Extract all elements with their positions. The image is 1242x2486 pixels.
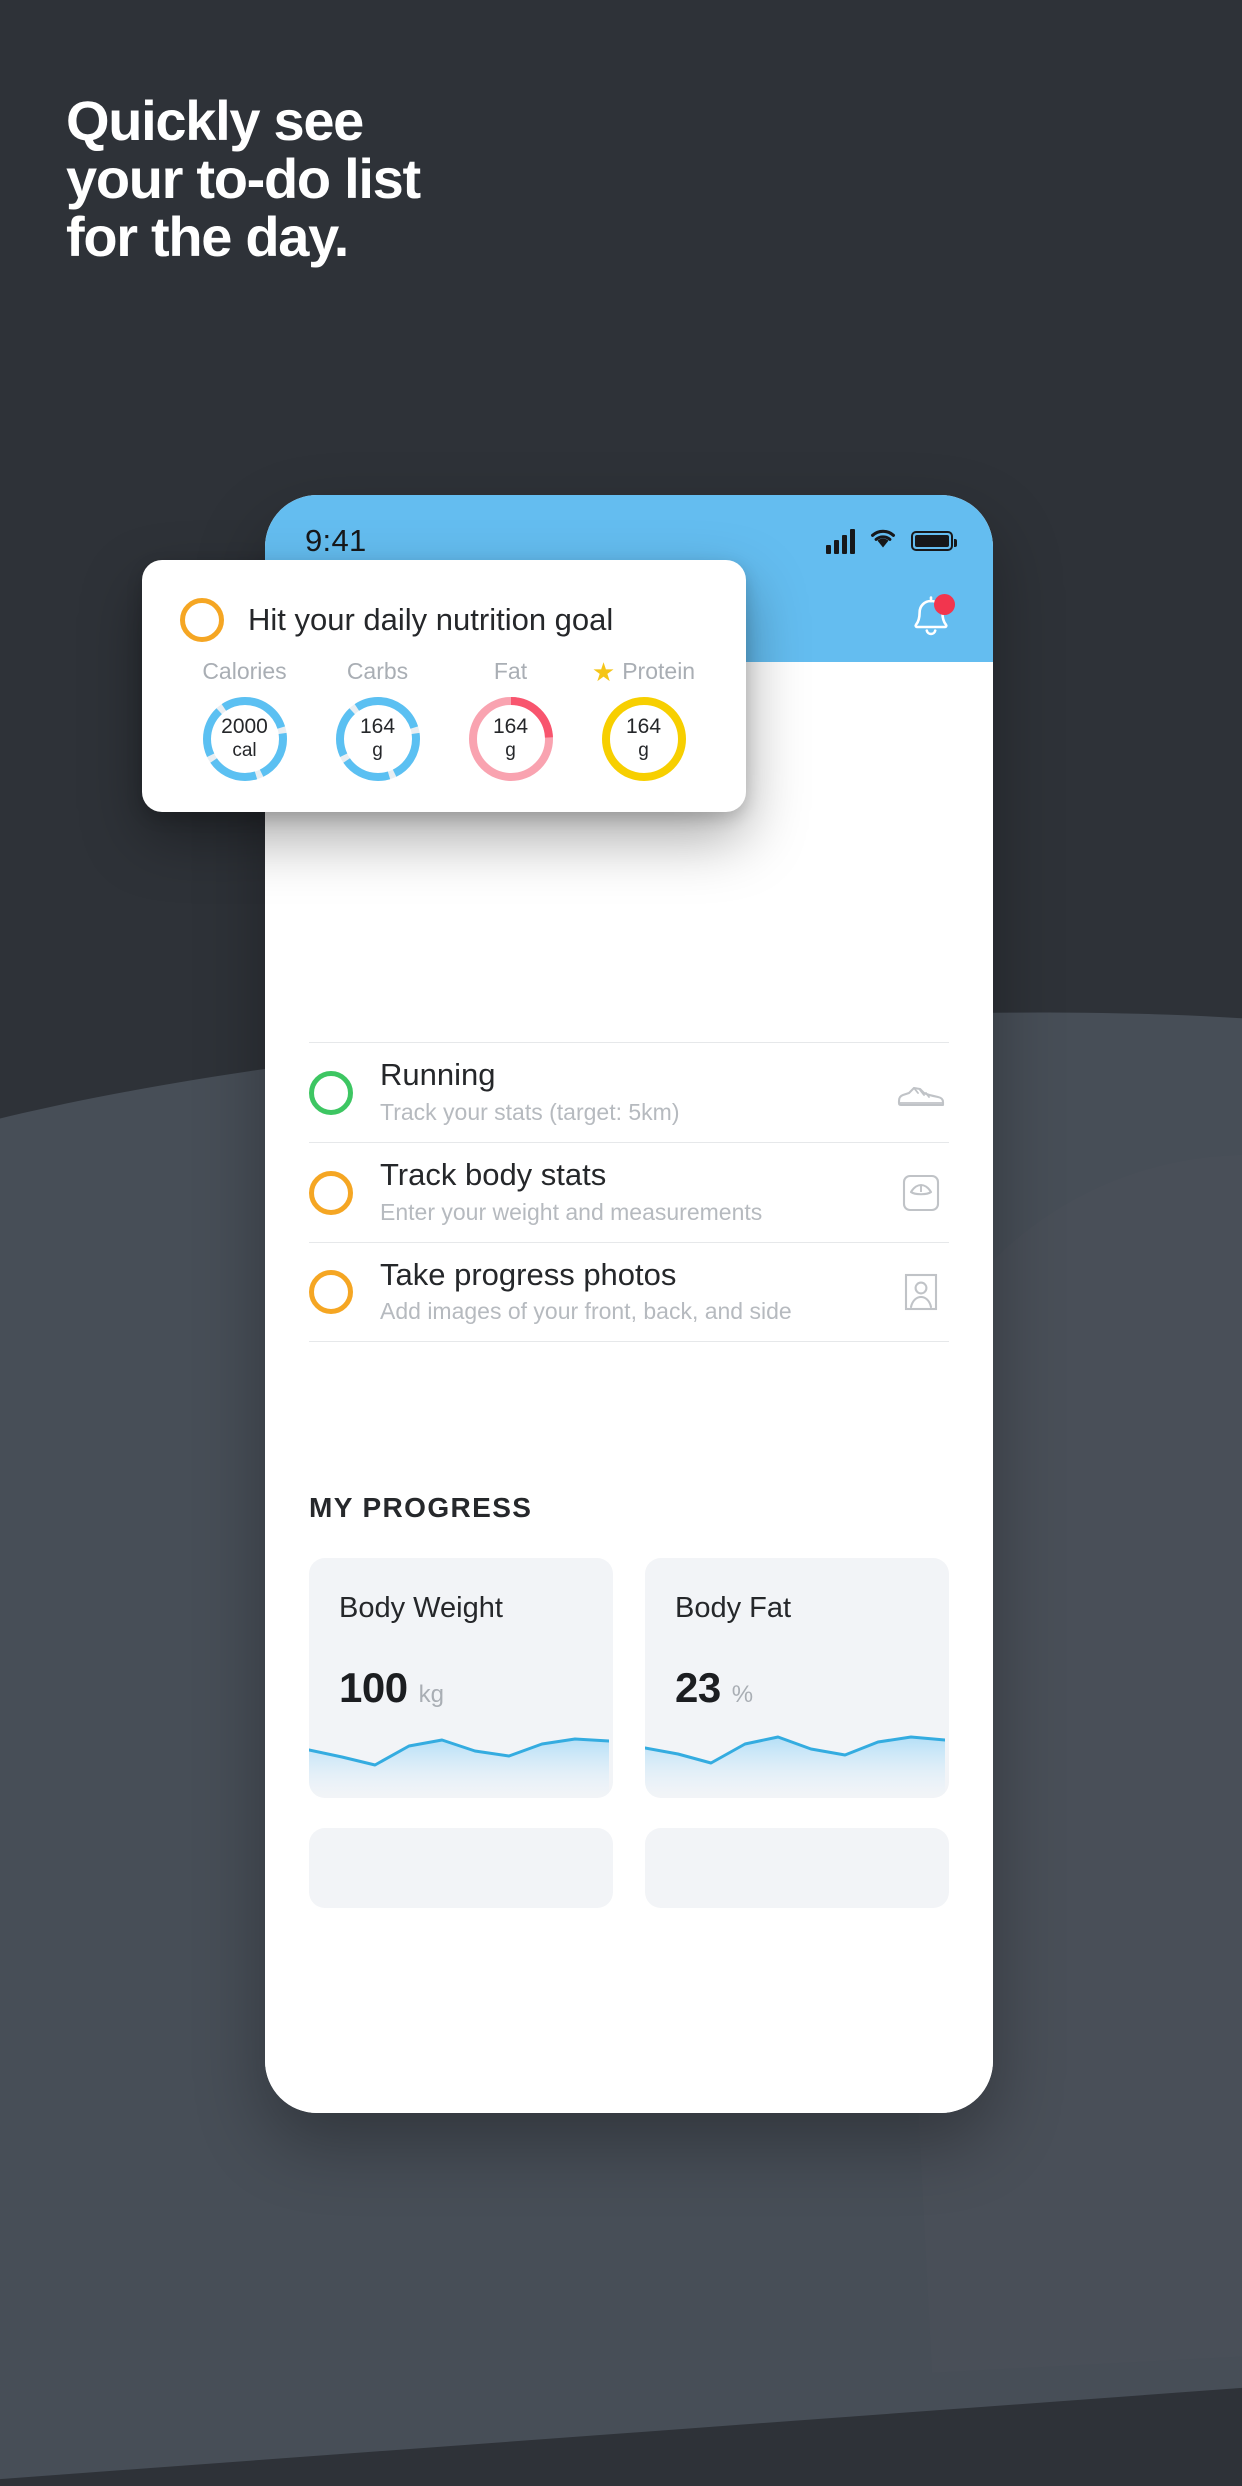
weight-scale-icon (893, 1165, 949, 1221)
ring-value: 164 (625, 715, 662, 739)
task-text-block: Track body stats Enter your weight and m… (380, 1157, 893, 1227)
nutrition-goal-card[interactable]: Hit your daily nutrition goal Calories 2… (142, 560, 746, 812)
ring-value: 164 (359, 715, 396, 739)
star-icon: ★ (591, 656, 616, 687)
ring-unit: g (638, 740, 649, 762)
notification-bell-button[interactable] (907, 592, 955, 644)
body-fat-sparkline (645, 1724, 945, 1798)
progress-card-value-group: 100 kg (339, 1664, 444, 1712)
nutrition-ring-label: Carbs (346, 658, 409, 684)
nutrition-ring-label-group: ★ Protein (577, 658, 710, 685)
battery-icon (911, 531, 957, 551)
progress-card-partial[interactable] (309, 1828, 613, 1908)
nutrition-ring-calories[interactable]: Calories 2000 cal (178, 658, 311, 785)
task-title: Running (380, 1057, 496, 1093)
progress-card-grid-next (265, 1828, 993, 1908)
ring-graphic: 164 g (465, 693, 557, 785)
progress-card-unit: % (731, 1681, 754, 1708)
todo-list: Running Track your stats (target: 5km) T… (265, 1042, 993, 1342)
page-headline: Quickly see your to-do list for the day. (66, 89, 766, 269)
photo-person-icon (893, 1264, 949, 1320)
ring-unit: g (372, 740, 383, 762)
nutrition-rings: Calories 2000 cal Carbs 164 g Fat 164 g … (142, 642, 746, 785)
ring-unit: g (505, 740, 516, 762)
progress-card-partial[interactable] (645, 1828, 949, 1908)
ring-value-group: 164 g (598, 693, 690, 785)
progress-card-unit: kg (418, 1681, 444, 1708)
task-title: Track body stats (380, 1157, 607, 1193)
body-weight-sparkline (309, 1724, 609, 1798)
task-subtitle: Track your stats (target: 5km) (380, 1098, 680, 1125)
task-subtitle: Enter your weight and measurements (380, 1198, 763, 1225)
nutrition-ring-fat[interactable]: Fat 164 g (444, 658, 577, 785)
task-checkbox[interactable] (309, 1070, 353, 1115)
running-shoe-icon (893, 1065, 949, 1121)
status-bar-time: 9:41 (305, 523, 367, 558)
progress-card-value-group: 23 % (675, 1664, 753, 1712)
task-checkbox[interactable] (309, 1270, 353, 1314)
nutrition-ring-label-group: Carbs (311, 658, 444, 685)
ring-graphic: 164 g (332, 693, 424, 785)
progress-card-body-weight[interactable]: Body Weight 100 kg (309, 1558, 613, 1798)
ring-graphic: 164 g (598, 693, 690, 785)
nutrition-ring-protein[interactable]: ★ Protein 164 g (577, 658, 710, 785)
headline-line-1: Quickly see (66, 89, 364, 152)
task-text-block: Running Track your stats (target: 5km) (380, 1057, 893, 1127)
progress-card-title: Body Weight (339, 1592, 503, 1624)
cellular-signal-icon (826, 528, 855, 554)
task-title: Take progress photos (380, 1256, 677, 1292)
progress-card-body-fat[interactable]: Body Fat 23 % (645, 1558, 949, 1798)
nutrition-ring-label: Calories (202, 658, 287, 684)
ring-value-group: 164 g (332, 693, 424, 785)
progress-card-grid: Body Weight 100 kg Body Fat 23 % (265, 1558, 993, 1798)
ring-unit: cal (232, 740, 257, 762)
task-checkbox[interactable] (309, 1170, 353, 1215)
progress-card-value: 23 (675, 1664, 721, 1711)
app-content: THINGS TO DO TODAY Running Track your st… (265, 662, 993, 2113)
progress-card-value: 100 (339, 1664, 408, 1711)
nutrition-card-title: Hit your daily nutrition goal (248, 602, 614, 637)
nutrition-ring-label: Fat (493, 658, 528, 684)
ring-value-group: 2000 cal (199, 693, 291, 785)
nutrition-ring-label-group: Fat (444, 658, 577, 685)
progress-card-title: Body Fat (675, 1592, 792, 1624)
task-checkbox[interactable] (180, 598, 224, 642)
nutrition-card-header: Hit your daily nutrition goal (142, 560, 746, 642)
status-bar-icons (826, 526, 957, 556)
headline-line-2: your to-do list (66, 147, 421, 211)
task-text-block: Take progress photos Add images of your … (380, 1257, 893, 1327)
task-subtitle: Add images of your front, back, and side (380, 1298, 792, 1325)
table-row[interactable]: Track body stats Enter your weight and m… (309, 1142, 949, 1242)
ring-graphic: 2000 cal (199, 693, 291, 785)
headline-line-3: for the day. (66, 205, 349, 269)
table-row[interactable]: Running Track your stats (target: 5km) (309, 1042, 949, 1142)
table-row[interactable]: Take progress photos Add images of your … (309, 1242, 949, 1342)
section-heading-progress: MY PROGRESS (309, 1492, 533, 1523)
ring-value-group: 164 g (465, 693, 557, 785)
ring-value: 2000 (221, 715, 268, 739)
wifi-icon (868, 526, 898, 556)
nutrition-ring-label-group: Calories (178, 658, 311, 685)
nutrition-ring-label: Protein (622, 658, 696, 684)
ring-value: 164 (492, 715, 529, 739)
nutrition-ring-carbs[interactable]: Carbs 164 g (311, 658, 444, 785)
notification-badge (934, 593, 955, 615)
